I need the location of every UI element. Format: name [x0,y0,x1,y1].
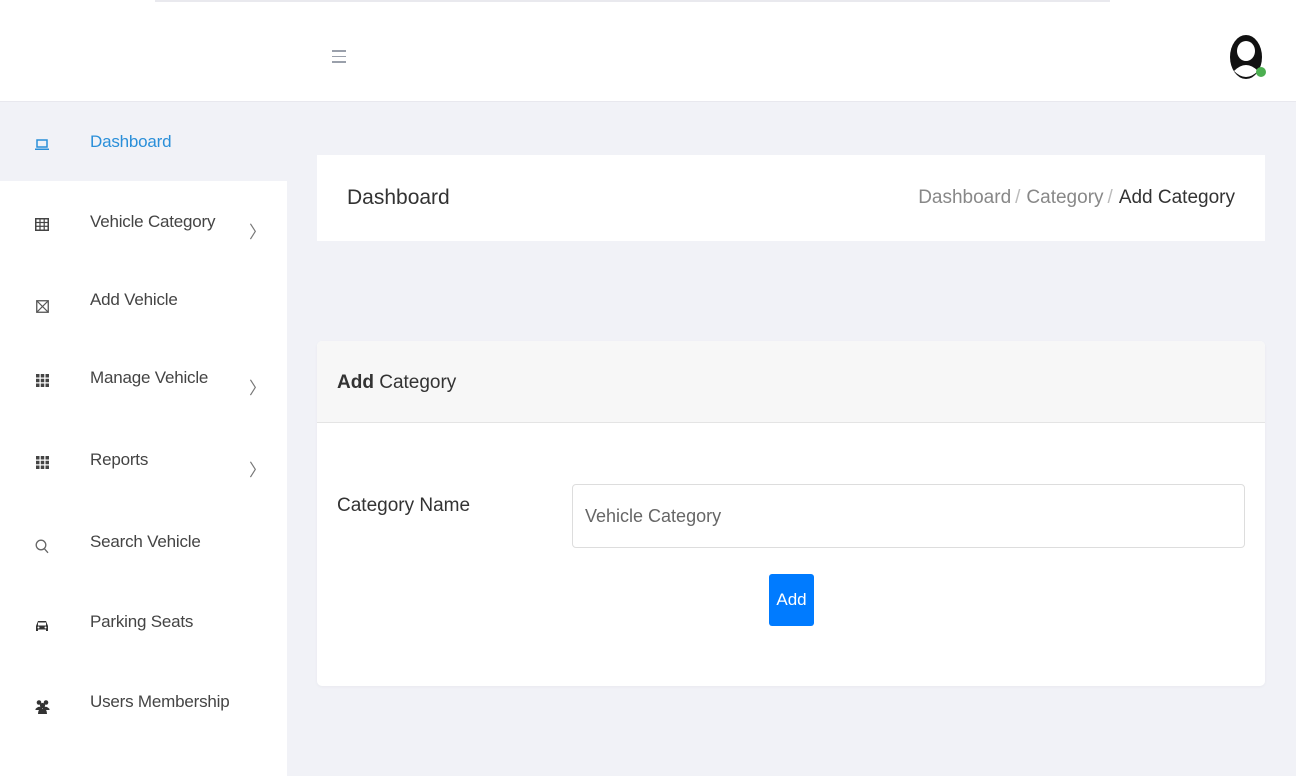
sidebar-item-label: Vehicle Category [90,212,216,231]
sidebar: Dashboard Vehicle Category 〉 Add Vehicle… [0,103,287,776]
category-name-label: Category Name [337,495,471,516]
sidebar-item-users-membership[interactable]: Users Membership [0,649,287,727]
sidebar-item-label: Parking Seats [90,612,194,631]
sidebar-item-reports[interactable]: Reports 〉 [0,415,287,493]
sidebar-item-search-vehicle[interactable]: Search Vehicle [0,493,287,571]
add-button[interactable]: Add [769,574,814,626]
sidebar-item-vehicle-category[interactable]: Vehicle Category 〉 [0,181,287,259]
add-category-card: Add Category Category Name Add [317,341,1265,686]
chevron-right-icon: 〉 [249,461,266,480]
page-header: Dashboard Dashboard / Category / Add Categor… [317,155,1265,241]
sidebar-item-manage-vehicle[interactable]: Manage Vehicle 〉 [0,337,287,415]
card-header: Add Category [317,341,1265,423]
sidebar-item-label: Dashboard [90,132,172,151]
grid-icon [33,453,51,471]
sidebar-item-label: Users Membership [90,692,230,711]
top-header [0,10,1296,102]
breadcrumb-item-dashboard[interactable]: Dashboard [918,187,1011,208]
car-icon [33,617,51,635]
card-title-rest: Category [373,372,457,393]
search-icon [33,537,51,555]
top-divider [155,0,1110,2]
breadcrumb-item-category[interactable]: Category [1026,187,1103,208]
sidebar-item-label: Manage Vehicle [90,368,209,387]
user-avatar-icon[interactable] [1226,25,1270,89]
users-icon [33,697,51,715]
sidebar-item-label: Reports [90,450,149,469]
sidebar-item-dashboard[interactable]: Dashboard [0,103,287,181]
sidebar-item-add-vehicle[interactable]: Add Vehicle [0,259,287,337]
breadcrumb-separator: / [1107,187,1113,208]
chevron-right-icon: 〉 [249,223,266,242]
grid-icon [33,371,51,389]
breadcrumb: Dashboard / Category / Add Category [918,187,1235,209]
envelope-box-icon [33,297,51,315]
sidebar-item-label: Search Vehicle [90,532,201,551]
breadcrumb-item-current: Add Category [1118,187,1235,208]
card-title: Add Category [337,372,456,394]
card-title-bold: Add [337,372,374,393]
top-strip [0,0,1296,10]
page-title: Dashboard [347,186,450,209]
breadcrumb-separator: / [1015,187,1021,208]
laptop-icon [33,136,51,154]
chevron-right-icon: 〉 [249,379,266,398]
hamburger-icon[interactable] [332,50,346,64]
category-name-input[interactable] [572,484,1245,548]
sidebar-item-parking-seats[interactable]: Parking Seats [0,571,287,649]
sidebar-item-label: Add Vehicle [90,290,178,309]
table-icon [33,215,51,233]
